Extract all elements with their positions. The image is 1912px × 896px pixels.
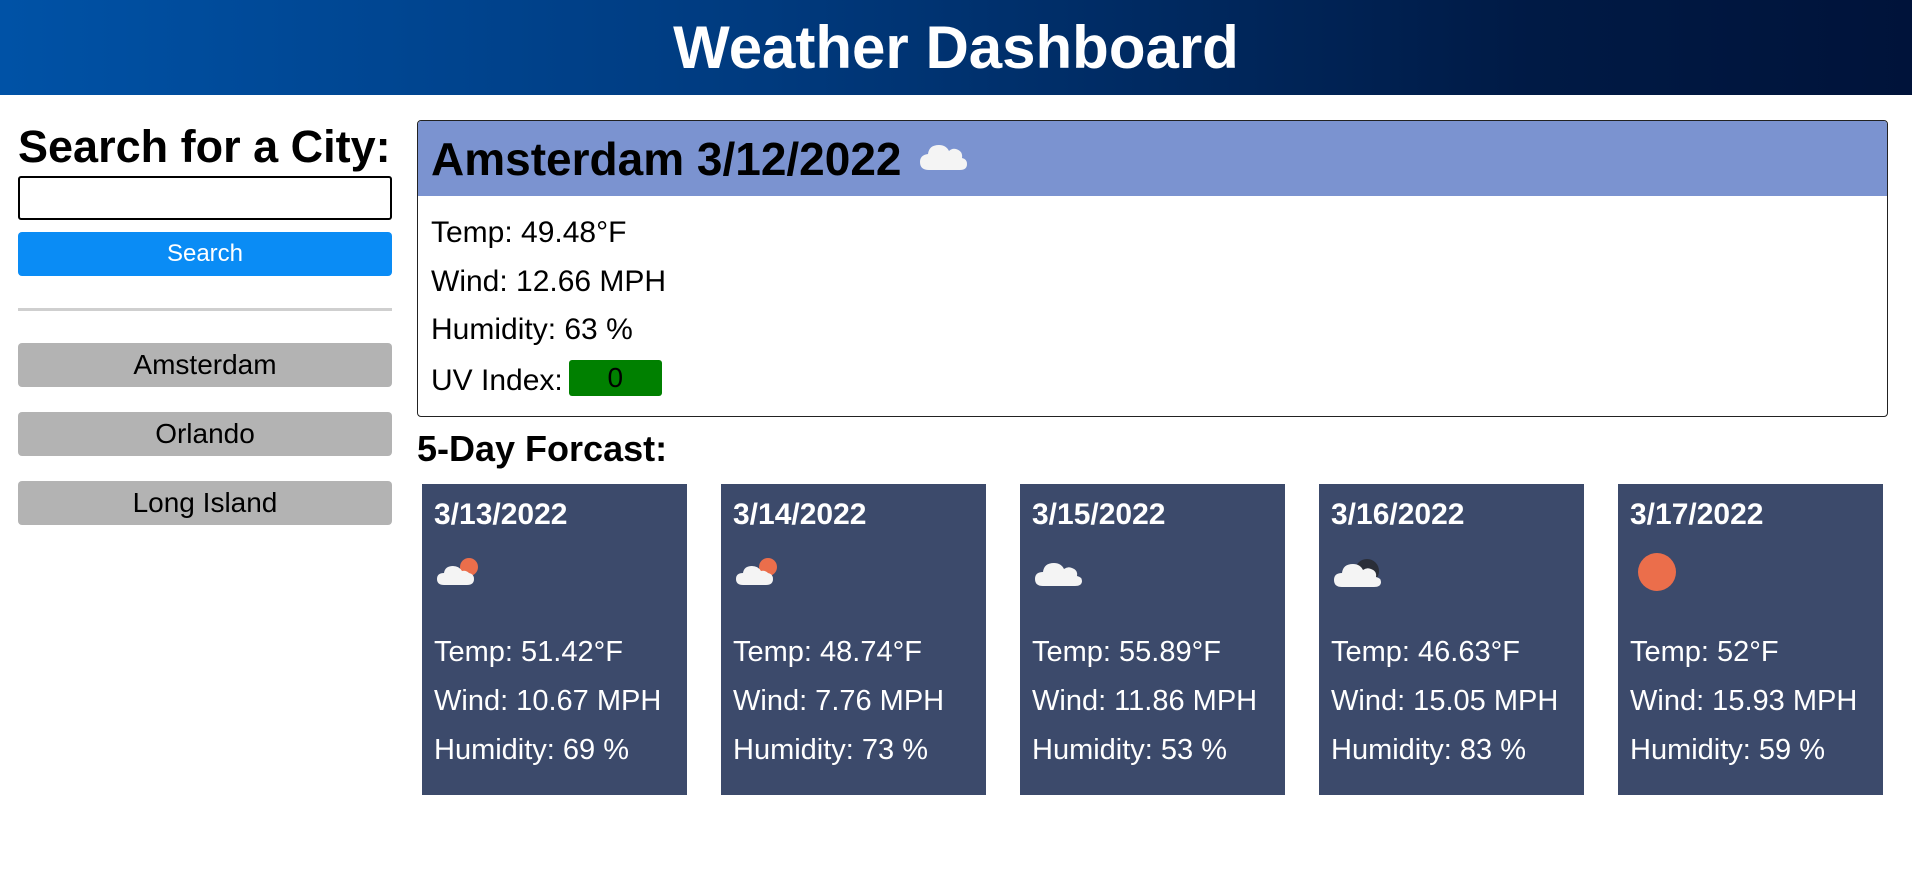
search-history: Amsterdam Orlando Long Island [18, 343, 392, 525]
search-sidebar: Search for a City: Search Amsterdam Orla… [18, 120, 392, 550]
search-heading: Search for a City: [18, 121, 391, 172]
current-city-date: Amsterdam 3/12/2022 [431, 132, 902, 185]
divider [18, 308, 392, 311]
forecast-title: 5-Day Forcast: [417, 428, 668, 469]
current-uv: UV Index: 0 [431, 359, 1887, 413]
forecast-humidity: Humidity: 69 % [434, 734, 630, 766]
current-weather-header: Amsterdam 3/12/2022 [418, 121, 1887, 196]
forecast-card: 3/14/2022 Temp: 48.74°F Wind: 7.76 MPH H… [721, 484, 986, 795]
forecast-date: 3/16/2022 [1331, 498, 1465, 531]
current-weather-details: Temp: 49.48°F Wind: 12.66 MPH Humidity: … [418, 196, 1887, 412]
forecast-wind: Wind: 15.05 MPH [1331, 685, 1559, 717]
forecast-temp: Temp: 51.42°F [434, 636, 623, 668]
sun-icon [1630, 533, 1883, 635]
cloudy-night-icon [1331, 533, 1584, 635]
history-button-orlando[interactable]: Orlando [18, 412, 392, 456]
forecast-humidity: Humidity: 53 % [1032, 734, 1228, 766]
current-humidity: Humidity: 63 % [431, 313, 633, 346]
forecast-temp: Temp: 48.74°F [733, 636, 922, 668]
forecast-card: 3/17/2022 Temp: 52°F Wind: 15.93 MPH Hum… [1618, 484, 1883, 795]
forecast-date: 3/15/2022 [1032, 498, 1166, 531]
current-temp: Temp: 49.48°F [431, 216, 627, 249]
forecast-humidity: Humidity: 83 % [1331, 734, 1527, 766]
forecast-temp: Temp: 46.63°F [1331, 636, 1520, 668]
forecast-humidity: Humidity: 59 % [1630, 734, 1826, 766]
search-button[interactable]: Search [18, 232, 392, 276]
forecast-wind: Wind: 10.67 MPH [434, 685, 662, 717]
forecast-date: 3/17/2022 [1630, 498, 1764, 531]
forecast-humidity: Humidity: 73 % [733, 734, 929, 766]
forecast-wind: Wind: 11.86 MPH [1032, 685, 1258, 717]
forecast-temp: Temp: 52°F [1630, 636, 1779, 668]
forecast-card: 3/16/2022 Temp: 46.63°F Wind: 15.05 MPH … [1319, 484, 1584, 795]
current-weather-card: Amsterdam 3/12/2022 Temp: 49.48°F Wind: … [417, 120, 1888, 417]
page-title: Weather Dashboard [673, 13, 1239, 81]
uv-index-badge: 0 [568, 359, 662, 396]
forecast-date: 3/14/2022 [733, 498, 867, 531]
app-header: Weather Dashboard [0, 0, 1912, 95]
partly-cloudy-icon [733, 533, 986, 635]
forecast-wind: Wind: 15.93 MPH [1630, 685, 1858, 717]
uv-label: UV Index: [431, 363, 563, 397]
history-button-long-island[interactable]: Long Island [18, 481, 392, 525]
forecast-card: 3/15/2022 Temp: 55.89°F Wind: 11.86 MPH … [1020, 484, 1285, 795]
partly-cloudy-icon [434, 533, 687, 635]
current-wind: Wind: 12.66 MPH [431, 264, 667, 298]
cloud-icon [918, 139, 968, 178]
history-button-amsterdam[interactable]: Amsterdam [18, 343, 392, 387]
city-search-input[interactable] [18, 176, 392, 220]
forecast-card: 3/13/2022 Temp: 51.42°F Wind: 10.67 MPH … [422, 484, 687, 795]
forecast-wind: Wind: 7.76 MPH [733, 685, 945, 717]
forecast-temp: Temp: 55.89°F [1032, 636, 1221, 668]
cloud-icon [1032, 533, 1285, 635]
forecast-date: 3/13/2022 [434, 498, 568, 531]
